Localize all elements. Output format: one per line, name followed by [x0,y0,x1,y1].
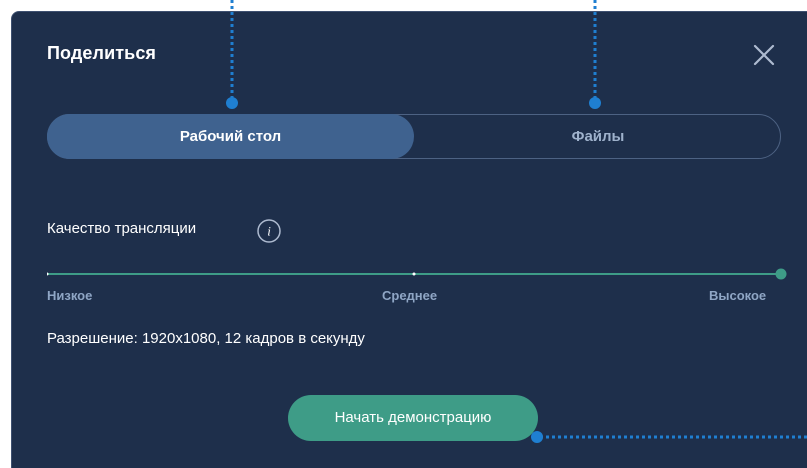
slider-tick-low [45,272,49,276]
share-dialog: Поделиться Рабочий стол Файлы Качество т… [11,11,807,468]
dialog-title: Поделиться [47,43,157,63]
quality-level-medium[interactable]: Среднее [382,288,437,303]
quality-slider[interactable] [45,264,787,284]
slider-tick-mid [412,272,416,276]
tab-files[interactable]: Файлы [414,114,782,159]
slider-thumb [775,268,787,280]
start-demo-button[interactable]: Начать демонстрацию [288,395,538,441]
svg-text:i: i [267,224,271,239]
quality-level-low[interactable]: Низкое [47,288,92,303]
quality-level-high[interactable]: Высокое [709,288,766,303]
screen: Поделиться Рабочий стол Файлы Качество т… [0,0,807,468]
quality-label: Качество трансляции [47,220,197,237]
tab-desktop[interactable]: Рабочий стол [47,114,414,159]
close-icon[interactable] [752,43,776,67]
share-mode-tabs: Рабочий стол Файлы [47,114,781,159]
resolution-text: Разрешение: 1920x1080, 12 кадров в секун… [47,330,365,347]
info-icon[interactable]: i [257,219,281,243]
